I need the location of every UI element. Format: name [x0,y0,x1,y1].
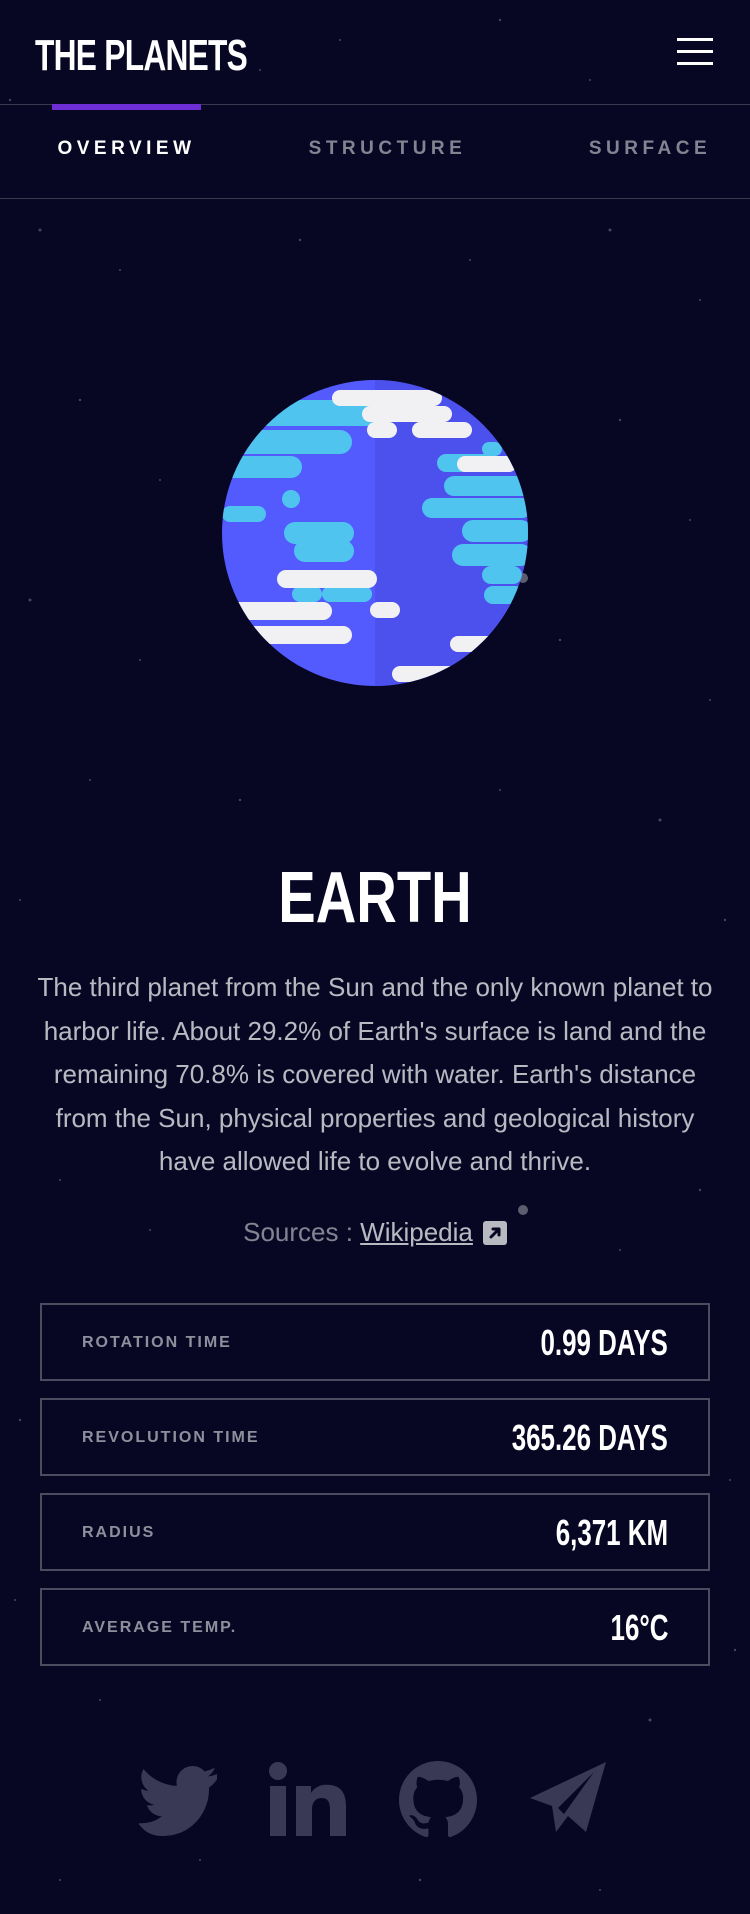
stat-radius: RADIUS 6,371 KM [40,1493,710,1571]
source-link[interactable]: Wikipedia [360,1217,473,1247]
twitter-icon[interactable] [138,1758,219,1842]
stat-average-temp: AVERAGE TEMP. 16°C [40,1588,710,1666]
telegram-icon[interactable] [528,1758,608,1842]
source-label: Sources : [243,1217,353,1247]
stat-label: REVOLUTION TIME [82,1429,260,1446]
stat-label: AVERAGE TEMP. [82,1619,238,1636]
stat-value: 6,371 KM [555,1512,668,1553]
planet-description: The third planet from the Sun and the on… [37,972,713,1176]
site-logo[interactable]: THE PLANETS [35,26,248,86]
earth-planet-illustration [222,380,528,686]
stat-revolution-time: REVOLUTION TIME 365.26 DAYS [40,1398,710,1476]
tab-surface[interactable]: SURFACE [570,105,730,198]
social-links [0,1758,750,1842]
tab-structure[interactable]: STRUCTURE [300,105,475,198]
github-icon[interactable] [398,1758,478,1842]
stat-label: ROTATION TIME [82,1334,232,1351]
linkedin-icon[interactable] [268,1758,348,1842]
tab-overview[interactable]: OVERVIEW [52,105,201,198]
stat-value: 365.26 DAYS [511,1417,668,1458]
planet-source: Sources : Wikipedia [0,1212,750,1256]
stat-rotation-time: ROTATION TIME 0.99 DAYS [40,1303,710,1381]
external-link-icon[interactable] [482,1216,507,1256]
planet-tabs: OVERVIEW STRUCTURE SURFACE [0,104,750,199]
stat-value: 16°C [610,1607,668,1648]
stat-label: RADIUS [82,1524,156,1541]
site-header: THE PLANETS [0,0,750,105]
planet-name: EARTH [278,858,472,938]
stat-value: 0.99 DAYS [540,1322,668,1363]
hamburger-menu-icon[interactable] [677,38,713,74]
